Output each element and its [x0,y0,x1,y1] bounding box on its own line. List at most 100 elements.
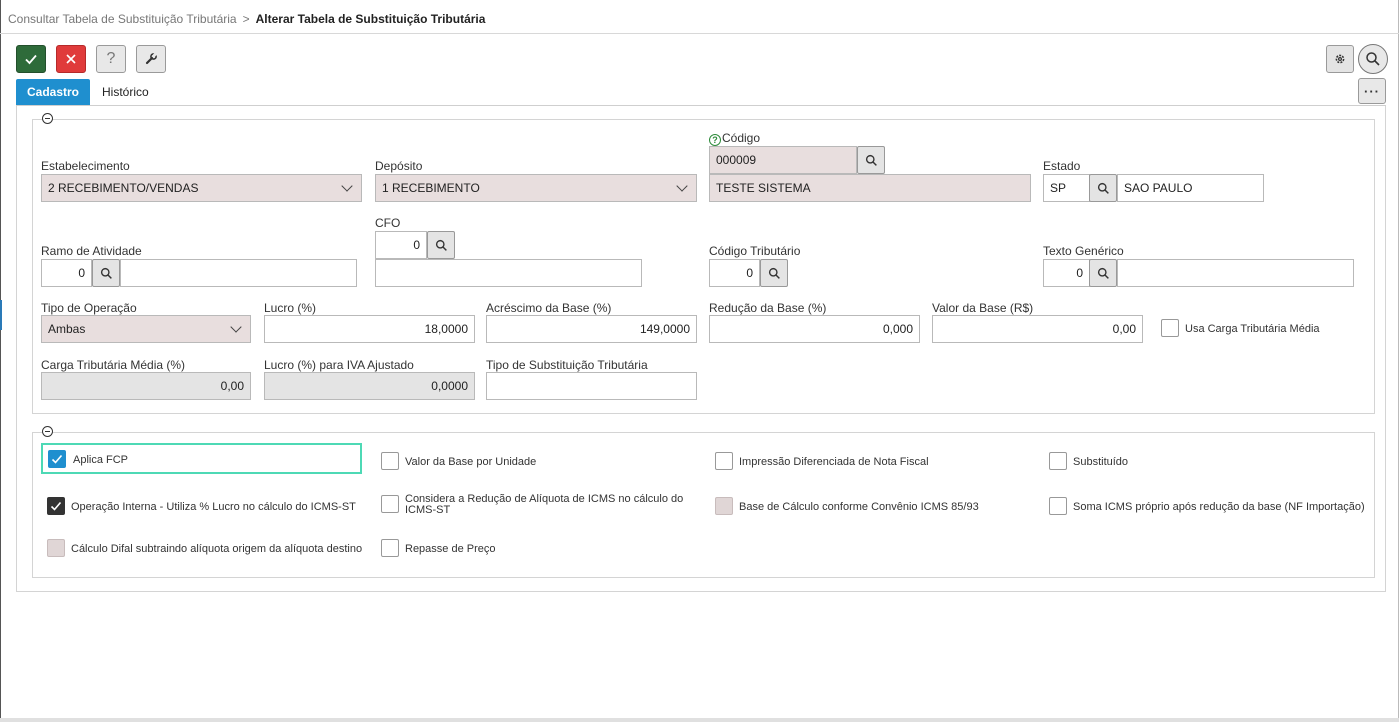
acrescimo-base-field[interactable]: 149,0000 [486,315,697,343]
substituido-checkbox[interactable] [1049,452,1067,470]
substituido-label: Substituído [1073,456,1129,468]
reducao-base-field[interactable]: 0,000 [709,315,920,343]
tipo-substituicao-label: Tipo de Substituição Tributária [486,358,648,372]
tools-button[interactable] [136,45,166,73]
lucro-field[interactable]: 18,0000 [264,315,475,343]
estabelecimento-label: Estabelecimento [41,159,130,173]
estado-label: Estado [1043,159,1081,173]
search-icon [865,154,877,166]
window-bottom-bar [0,718,1399,722]
search-icon [768,267,780,279]
operacao-interna-label: Operação Interna - Utiliza % Lucro no cá… [71,501,356,513]
cfo-code-field[interactable]: 0 [375,231,427,259]
tipo-operacao-label: Tipo de Operação [41,301,137,315]
collapse-main-section-icon[interactable] [42,113,53,124]
tipo-operacao-select[interactable]: Ambas [41,315,251,343]
codigo-tributario-label: Código Tributário [709,244,801,258]
deposito-select[interactable]: 1 RECEBIMENTO [375,174,697,202]
lucro-label: Lucro (%) [264,301,317,315]
reducao-base-label: Redução da Base (%) [709,301,827,315]
ramo-atividade-search-button[interactable] [92,259,120,287]
gear-icon [1335,54,1345,64]
more-icon: ··· [1364,83,1380,99]
search-icon [1097,267,1109,279]
considera-reducao-label: Considera a Redução de Alíquota de ICMS … [405,494,683,516]
cfo-description-field [375,259,642,287]
operacao-interna-checkbox[interactable] [47,497,65,515]
search-icon [1366,52,1380,66]
close-icon [66,54,76,64]
check-icon [25,54,37,65]
tab-cadastro[interactable]: Cadastro [16,79,90,105]
header-divider [0,33,1399,34]
texto-generico-label: Texto Genérico [1043,244,1124,258]
estado-search-button[interactable] [1089,174,1117,202]
lucro-iva-label: Lucro (%) para IVA Ajustado [264,358,414,372]
usa-carga-label: Usa Carga Tributária Média [1185,323,1320,335]
codigo-tributario-field[interactable]: 0 [709,259,760,287]
breadcrumb-separator: > [242,12,250,26]
tab-historico[interactable]: Histórico [102,85,149,99]
chevron-down-icon [341,180,353,192]
considera-reducao-label-line2: ICMS-ST [405,504,451,516]
codigo-label: ? Código [709,131,760,146]
impressao-diferenciada-checkbox[interactable] [715,452,733,470]
chevron-down-icon [230,321,242,333]
codigo-label-text: Código [722,131,761,145]
estabelecimento-select[interactable]: 2 RECEBIMENTO/VENDAS [41,174,362,202]
repasse-preco-label: Repasse de Preço [405,543,496,555]
settings-button[interactable] [1326,45,1354,73]
repasse-preco-checkbox[interactable] [381,539,399,557]
aplica-fcp-label: Aplica FCP [73,454,129,466]
texto-generico-search-button[interactable] [1089,259,1117,287]
codigo-tributario-search-button[interactable] [760,259,788,287]
valor-base-unidade-label: Valor da Base por Unidade [405,456,537,468]
aplica-fcp-checkbox[interactable] [48,450,66,468]
cancel-button[interactable] [56,45,86,73]
usa-carga-checkbox[interactable] [1161,319,1179,337]
soma-icms-label: Soma ICMS próprio após redução da base (… [1073,501,1365,513]
valor-base-label: Valor da Base (R$) [932,301,1034,315]
base-convenio-label: Base de Cálculo conforme Convênio ICMS 8… [739,501,979,513]
calculo-difal-checkbox [47,539,65,557]
check-icon [50,501,62,511]
tipo-operacao-value: Ambas [48,322,86,336]
considera-reducao-checkbox[interactable] [381,495,399,513]
valor-base-field[interactable]: 0,00 [932,315,1143,343]
texto-generico-code-field[interactable]: 0 [1043,259,1090,287]
tipo-substituicao-field[interactable] [486,372,697,400]
estado-name-field: SAO PAULO [1117,174,1264,202]
cfo-label: CFO [375,216,401,230]
carga-media-label: Carga Tributária Média (%) [41,358,186,372]
valor-base-unidade-checkbox[interactable] [381,452,399,470]
wrench-icon [145,52,158,65]
estado-code-field[interactable]: SP [1043,174,1090,202]
breadcrumb-parent-link[interactable]: Consultar Tabela de Substituição Tributá… [8,12,237,26]
codigo-field[interactable]: 000009 [709,146,857,174]
codigo-search-button[interactable] [857,146,885,174]
global-search-button[interactable] [1358,44,1388,74]
ramo-atividade-code-field[interactable]: 0 [41,259,92,287]
window-left-border [0,0,1,722]
search-icon [1097,182,1109,194]
search-icon [435,239,447,251]
cfo-search-button[interactable] [427,231,455,259]
soma-icms-checkbox[interactable] [1049,497,1067,515]
more-options-button[interactable]: ··· [1358,78,1386,104]
chevron-down-icon [676,180,688,192]
acrescimo-base-label: Acréscimo da Base (%) [486,301,612,315]
carga-media-field: 0,00 [41,372,251,400]
deposito-label: Depósito [375,159,423,173]
ramo-atividade-description-field [120,259,357,287]
breadcrumb: Consultar Tabela de Substituição Tributá… [8,12,485,26]
texto-generico-description-field [1117,259,1354,287]
breadcrumb-current: Alterar Tabela de Substituição Tributári… [255,12,486,26]
base-convenio-checkbox [715,497,733,515]
help-icon: ? [106,50,116,67]
help-button[interactable]: ? [96,45,126,73]
confirm-button[interactable] [16,45,46,73]
calculo-difal-label: Cálculo Difal subtraindo alíquota origem… [71,543,363,555]
help-circle-icon[interactable]: ? [709,134,721,146]
deposito-value: 1 RECEBIMENTO [382,181,480,195]
collapse-options-section-icon[interactable] [42,426,53,437]
